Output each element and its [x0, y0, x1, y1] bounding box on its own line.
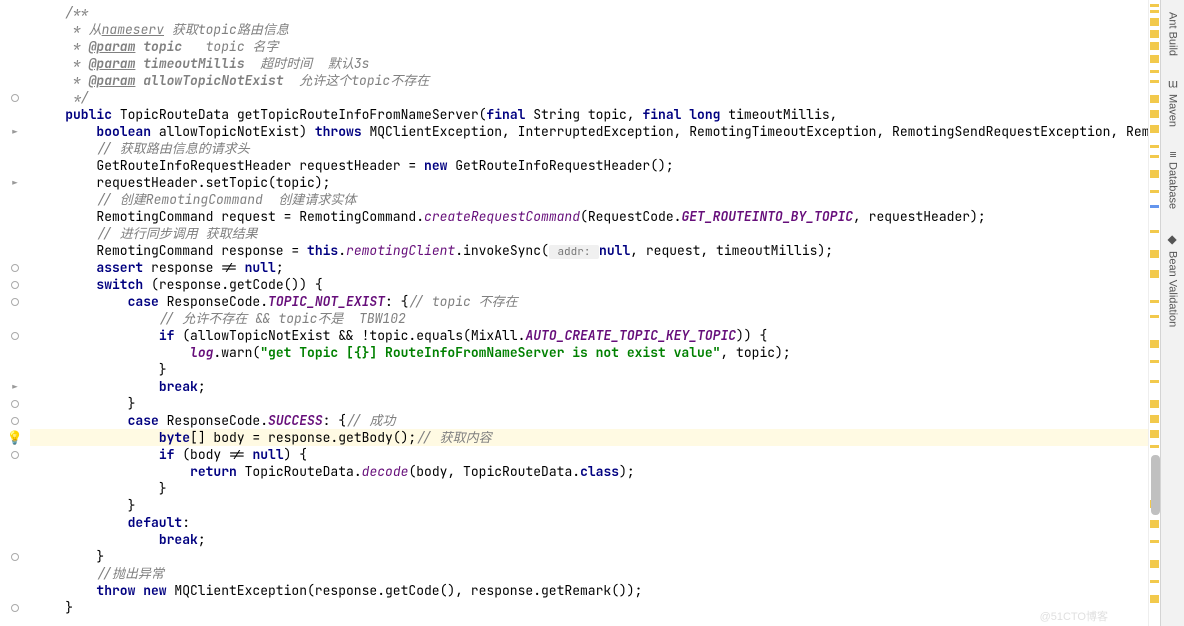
expand-icon[interactable]: ▶ [0, 174, 30, 191]
scrollbar-thumb[interactable] [1151, 455, 1160, 515]
fold-icon[interactable] [0, 259, 30, 276]
sidebar-tab-ant[interactable]: Ant Build [1165, 0, 1181, 68]
fold-icon[interactable] [0, 446, 30, 463]
error-stripe[interactable] [1148, 0, 1160, 626]
code-text: /** [34, 4, 89, 21]
watermark: @51CTO博客 [1040, 608, 1108, 624]
expand-icon[interactable]: ▶ [0, 123, 30, 140]
fold-icon[interactable] [0, 327, 30, 344]
bean-icon: ◆ [1166, 233, 1180, 247]
fold-icon[interactable] [0, 599, 30, 616]
maven-icon: m [1168, 78, 1178, 92]
fold-icon[interactable] [0, 412, 30, 429]
fold-icon[interactable] [0, 395, 30, 412]
right-tool-sidebar: Ant Build mMaven ≡Database ◆Bean Validat… [1160, 0, 1184, 626]
bulb-icon[interactable]: 💡 [0, 429, 30, 446]
fold-icon[interactable] [0, 89, 30, 106]
sidebar-tab-maven[interactable]: mMaven [1164, 68, 1182, 139]
gutter: ▶ ▶ ▶ 💡 [0, 0, 30, 626]
fold-icon[interactable] [0, 293, 30, 310]
editor-container: ▶ ▶ ▶ 💡 /** * 从nameserv 获取topic路由信息 [0, 0, 1184, 626]
fold-icon[interactable] [0, 548, 30, 565]
database-icon: ≡ [1169, 148, 1176, 162]
code-editor[interactable]: /** * 从nameserv 获取topic路由信息 * @param top… [30, 0, 1148, 626]
expand-icon[interactable]: ▶ [0, 378, 30, 395]
sidebar-tab-bean-validation[interactable]: ◆Bean Validation [1164, 221, 1182, 339]
fold-icon[interactable] [0, 276, 30, 293]
sidebar-tab-database[interactable]: ≡Database [1164, 139, 1182, 221]
